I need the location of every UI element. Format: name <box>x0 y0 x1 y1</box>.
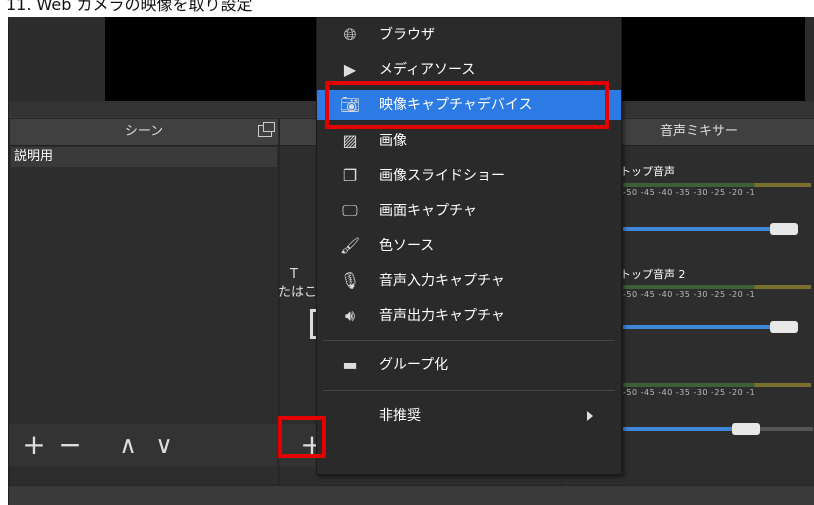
scenes-title: シーン <box>124 124 164 139</box>
volume-meter: -50 -45 -40 -35 -30 -25 -20 -1 <box>623 183 813 197</box>
menu-item-color-source[interactable]: 🖌︎ 色ソース <box>317 231 621 261</box>
highlight-frame-video-capture <box>325 81 609 129</box>
menu-item-audio-input-capture[interactable]: 🎙︎ 音声入力キャプチャ <box>317 266 621 296</box>
sources-hint-line1: T <box>290 267 298 282</box>
menu-item-label: 色ソース <box>379 238 435 254</box>
menu-item-image[interactable]: ▨ 画像 <box>317 126 621 156</box>
monitor-icon: 🖵︎ <box>342 201 358 220</box>
globe-icon: 🌐︎ <box>343 25 357 44</box>
image-icon: ▨ <box>342 131 358 150</box>
sources-hint-line2: たはこ <box>278 285 318 300</box>
meter-scale-labels: -50 -45 -40 -35 -30 -25 -20 -1 <box>623 290 756 299</box>
volume-slider-track[interactable] <box>623 427 743 431</box>
play-icon: ▶ <box>343 60 357 79</box>
undock-icon[interactable] <box>258 122 275 137</box>
highlight-frame-add-button <box>278 416 326 458</box>
meter-scale-labels: -50 -45 -40 -35 -30 -25 -20 -1 <box>623 388 756 397</box>
menu-item-label: ブラウザ <box>379 27 435 43</box>
menu-item-label: グループ化 <box>379 357 449 373</box>
audio-mixer-title: 音声ミキサー <box>659 124 738 139</box>
menu-item-screen-capture[interactable]: 🖵︎ 画面キャプチャ <box>317 196 621 226</box>
menu-item-label: 非推奨 <box>379 408 421 424</box>
menu-item-label: 音声入力キャプチャ <box>379 273 505 289</box>
menu-item-label: 画像 <box>379 133 407 149</box>
microphone-icon: 🎙︎ <box>339 271 361 290</box>
volume-slider-knob[interactable] <box>770 223 798 235</box>
menu-separator <box>323 390 615 391</box>
page-caption: 11. Web カメラの映像を取り設定 <box>6 0 253 14</box>
volume-slider-knob[interactable] <box>770 321 798 333</box>
folder-icon: ▬ <box>342 355 358 374</box>
menu-item-label: 画面キャプチャ <box>379 203 477 219</box>
mixer-track-name: トップ音声 <box>620 165 675 178</box>
volume-slider-knob[interactable] <box>732 423 760 435</box>
volume-slider-track[interactable] <box>623 325 783 329</box>
meter-bar <box>623 285 811 289</box>
scene-list-item[interactable]: 説明用 <box>11 147 277 167</box>
preview-margin-left <box>9 17 105 103</box>
meter-bar <box>623 183 811 187</box>
menu-item-audio-output-capture[interactable]: 🔊︎ 音声出力キャプチャ <box>317 301 621 331</box>
volume-meter: -50 -45 -40 -35 -30 -25 -20 -1 <box>623 285 813 299</box>
sources-empty-hint: T たはこ <box>278 266 317 302</box>
meter-bar <box>623 383 811 387</box>
menu-item-label: 画像スライドショー <box>379 168 505 184</box>
remove-scene-button[interactable]: − <box>55 430 85 460</box>
mixer-track-name: トップ音声 2 <box>620 268 686 281</box>
add-scene-button[interactable]: + <box>19 430 49 460</box>
scenes-dock-header: シーン <box>10 119 278 146</box>
status-bar <box>9 487 814 505</box>
move-scene-down-button[interactable]: ∨ <box>149 430 179 460</box>
menu-item-image-slideshow[interactable]: ❐ 画像スライドショー <box>317 161 621 191</box>
menu-separator <box>323 340 615 341</box>
menu-item-deprecated[interactable]: 非推奨 <box>317 401 621 431</box>
submenu-arrow-icon <box>587 411 593 421</box>
preview-margin-right <box>805 17 814 103</box>
brush-icon: 🖌︎ <box>339 236 361 255</box>
move-scene-up-button[interactable]: ∧ <box>113 430 143 460</box>
meter-scale-labels: -50 -45 -40 -35 -30 -25 -20 -1 <box>623 188 756 197</box>
speaker-icon: 🔊︎ <box>344 306 356 325</box>
menu-item-browser[interactable]: 🌐︎ ブラウザ <box>317 20 621 50</box>
scenes-toolbar: + − ∧ ∨ <box>9 424 277 466</box>
slideshow-icon: ❐ <box>342 166 358 185</box>
volume-slider-track[interactable] <box>623 227 783 231</box>
volume-meter: -50 -45 -40 -35 -30 -25 -20 -1 <box>623 383 813 397</box>
menu-item-group[interactable]: ▬ グループ化 <box>317 350 621 380</box>
menu-item-label: 音声出力キャプチャ <box>379 308 505 324</box>
